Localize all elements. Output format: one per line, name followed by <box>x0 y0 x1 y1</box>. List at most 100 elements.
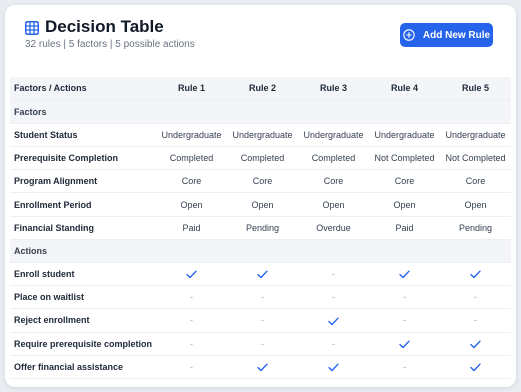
factor-cell[interactable]: Open <box>298 192 369 217</box>
action-cell[interactable]: - <box>156 355 227 379</box>
check-icon <box>257 363 268 372</box>
factor-cell[interactable]: Completed <box>156 146 227 171</box>
dash-symbol: - <box>190 315 193 326</box>
action-cell[interactable]: - <box>156 332 227 356</box>
factor-cell[interactable]: Core <box>227 169 298 194</box>
dash-symbol: - <box>332 292 335 303</box>
factor-cell[interactable]: Open <box>440 192 511 217</box>
action-row: Require prerequisite completion - - - <box>10 332 511 356</box>
factor-cell[interactable]: Overdue <box>298 216 369 240</box>
action-cell[interactable] <box>156 262 227 287</box>
dash-symbol: - <box>261 292 264 303</box>
section-row-actions: Actions <box>10 239 511 264</box>
rule-header[interactable]: Rule 1 <box>156 77 227 101</box>
factor-cell[interactable]: Core <box>156 169 227 194</box>
add-new-rule-button[interactable]: Add New Rule <box>400 23 493 47</box>
header: Decision Table 32 rules | 5 factors | 5 … <box>5 5 516 75</box>
table-body: Factors Student Status Undergraduate Underg… <box>10 100 511 379</box>
dash-symbol: - <box>403 361 406 372</box>
section-label: Actions <box>10 239 511 264</box>
factor-cell[interactable]: Core <box>369 169 440 194</box>
factor-cell[interactable]: Undergraduate <box>227 123 298 148</box>
factor-cell[interactable]: Completed <box>298 146 369 171</box>
action-cell[interactable]: - <box>298 332 369 356</box>
factor-cell[interactable]: Undergraduate <box>369 123 440 148</box>
factor-cell[interactable]: Pending <box>227 216 298 240</box>
factor-cell[interactable]: Paid <box>369 216 440 240</box>
dash-symbol: - <box>261 315 264 326</box>
action-name: Enroll student <box>10 262 156 287</box>
add-new-rule-label: Add New Rule <box>422 29 491 41</box>
factor-cell[interactable]: Completed <box>227 146 298 171</box>
action-cell[interactable] <box>298 308 369 333</box>
action-row: Reject enrollment - - - - <box>10 308 511 333</box>
section-row-factors: Factors <box>10 100 511 124</box>
factor-cell[interactable]: Not Completed <box>440 146 511 171</box>
dash-symbol: - <box>190 338 193 349</box>
factor-cell[interactable]: Open <box>227 192 298 217</box>
action-cell[interactable] <box>440 355 511 379</box>
dash-symbol: - <box>332 269 335 280</box>
rule-header[interactable]: Rule 3 <box>298 77 369 101</box>
action-cell[interactable]: - <box>440 285 511 310</box>
check-icon <box>399 270 410 279</box>
action-row: Enroll student - <box>10 262 511 287</box>
factor-cell[interactable]: Undergraduate <box>298 123 369 148</box>
factor-cell[interactable]: Undergraduate <box>156 123 227 148</box>
action-cell[interactable]: - <box>156 285 227 310</box>
check-icon <box>470 270 481 279</box>
dash-symbol: - <box>403 292 406 303</box>
dash-symbol: - <box>403 315 406 326</box>
action-cell[interactable] <box>369 262 440 287</box>
rule-header[interactable]: Rule 5 <box>440 77 511 101</box>
action-cell[interactable]: - <box>227 308 298 333</box>
action-cell[interactable]: - <box>440 308 511 333</box>
action-cell[interactable]: - <box>227 332 298 356</box>
factor-cell[interactable]: Undergraduate <box>440 123 511 148</box>
factor-cell[interactable]: Paid <box>156 216 227 240</box>
table-grid-icon <box>25 21 39 35</box>
action-cell[interactable]: - <box>298 285 369 310</box>
check-icon <box>328 363 339 372</box>
factor-cell[interactable]: Pending <box>440 216 511 240</box>
factor-cell[interactable]: Core <box>298 169 369 194</box>
factor-row: Prerequisite Completion Completed Complete… <box>10 146 511 171</box>
factor-cell[interactable]: Not Completed <box>369 146 440 171</box>
factor-row: Financial Standing Paid Pending Overdue Paid… <box>10 216 511 240</box>
action-cell[interactable]: - <box>298 262 369 287</box>
factor-cell[interactable]: Core <box>440 169 511 194</box>
check-icon <box>257 270 268 279</box>
action-cell[interactable]: - <box>369 308 440 333</box>
action-cell[interactable] <box>369 332 440 356</box>
rule-header[interactable]: Rule 2 <box>227 77 298 101</box>
plus-circle-icon <box>403 29 415 41</box>
action-cell[interactable] <box>440 332 511 356</box>
action-cell[interactable] <box>298 355 369 379</box>
check-icon <box>399 340 410 348</box>
corner-header: Factors / Actions <box>10 77 156 101</box>
action-cell[interactable]: - <box>369 285 440 310</box>
action-cell[interactable]: - <box>156 308 227 333</box>
factor-name: Student Status <box>10 123 156 148</box>
check-icon <box>328 317 339 325</box>
action-cell[interactable] <box>440 262 511 287</box>
check-icon <box>186 270 197 279</box>
decision-table-card: Decision Table 32 rules | 5 factors | 5 … <box>5 5 516 387</box>
factor-row: Enrollment Period Open Open Open Open Open <box>10 192 511 217</box>
factor-name: Prerequisite Completion <box>10 146 156 171</box>
action-cell[interactable]: - <box>227 285 298 310</box>
factor-name: Enrollment Period <box>10 192 156 217</box>
dash-symbol: - <box>332 338 335 349</box>
page-subtitle: 32 rules | 5 factors | 5 possible action… <box>25 39 195 50</box>
action-name: Require prerequisite completion <box>10 332 156 356</box>
factor-cell[interactable]: Open <box>156 192 227 217</box>
rule-header[interactable]: Rule 4 <box>369 77 440 101</box>
action-cell[interactable] <box>227 355 298 379</box>
dash-symbol: - <box>261 338 264 349</box>
factor-row: Program Alignment Core Core Core Core Core <box>10 169 511 194</box>
check-icon <box>470 340 481 348</box>
action-cell[interactable] <box>227 262 298 287</box>
action-cell[interactable]: - <box>369 355 440 379</box>
factor-cell[interactable]: Open <box>369 192 440 217</box>
dash-symbol: - <box>190 361 193 372</box>
